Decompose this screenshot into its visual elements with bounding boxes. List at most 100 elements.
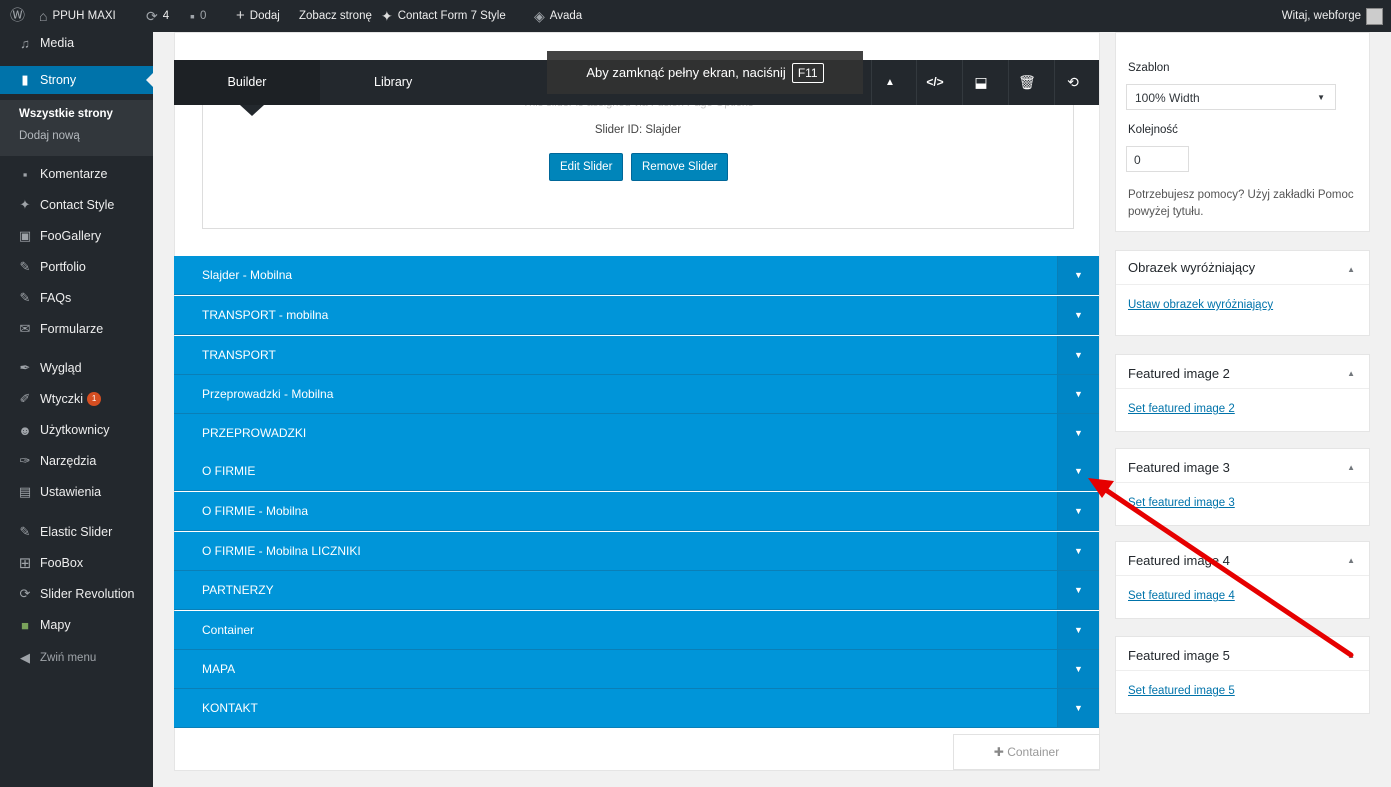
code-icon[interactable]: </> (916, 60, 953, 105)
home-icon: ⌂ (39, 8, 48, 24)
set-featured-image-4-link[interactable]: Set featured image 4 (1128, 590, 1235, 602)
slider-id-label: Slider ID: Slajder (594, 124, 682, 136)
order-input[interactable]: 0 (1126, 146, 1189, 172)
mail-icon: ✉ (19, 321, 31, 336)
chevron-down-icon[interactable]: ▼ (1057, 336, 1099, 374)
menu-item-maps[interactable]: ■ Mapy (0, 611, 153, 639)
trash-icon[interactable]: 🗑 (1008, 60, 1045, 105)
featured-image-box: Obrazek wyróżniający ▲ Ustaw obrazek wyr… (1115, 250, 1370, 336)
chevron-down-icon[interactable]: ▼ (1057, 532, 1099, 570)
container-row[interactable]: MAPA ▼ (174, 650, 1099, 689)
map-icon: ■ (21, 617, 29, 633)
menu-item-pages[interactable]: ▮ Strony (0, 66, 153, 94)
container-row[interactable]: PARTNERZY ▼ (174, 571, 1099, 610)
template-select[interactable]: 100% Width ▼ (1126, 84, 1336, 110)
container-row[interactable]: Container ▼ (174, 611, 1099, 650)
fullscreen-notice: Aby zamknąć pełny ekran, naciśnij F11 (547, 51, 863, 94)
submenu-all-pages[interactable]: Wszystkie strony (19, 108, 113, 120)
set-featured-image-link[interactable]: Ustaw obrazek wyróżniający (1128, 299, 1273, 311)
updates-count: 4 (162, 10, 170, 22)
comments-link[interactable]: ▪ 0 (190, 0, 206, 32)
menu-item-portfolio[interactable]: ✎ Portfolio (0, 253, 153, 281)
plugins-update-badge: 1 (87, 392, 102, 407)
menu-item-slider-revolution[interactable]: ⟳ Slider Revolution (0, 580, 153, 608)
add-new-label: Dodaj (249, 10, 280, 22)
site-name-link[interactable]: ⌂ PPUH MAXI (39, 0, 116, 32)
set-featured-image-3-link[interactable]: Set featured image 3 (1128, 497, 1235, 509)
collapse-all-icon[interactable]: ▲ (871, 60, 908, 105)
submenu-add-new[interactable]: Dodaj nową (19, 130, 80, 142)
menu-item-tools[interactable]: ✑ Narzędzia (0, 447, 153, 475)
comments-icon: ▪ (22, 166, 28, 182)
account-link[interactable]: Witaj, webforge (1282, 0, 1383, 32)
tab-library[interactable]: Library (374, 60, 412, 105)
set-featured-image-2-link[interactable]: Set featured image 2 (1128, 403, 1235, 415)
container-row[interactable]: TRANSPORT ▼ (174, 336, 1099, 375)
edit-slider-button[interactable]: Edit Slider (549, 153, 624, 181)
menu-item-contact-style[interactable]: ✦ Contact Style (0, 191, 153, 219)
menu-item-forms[interactable]: ✉ Formularze (0, 315, 153, 343)
updates-link[interactable]: ⟳ 4 (146, 0, 169, 32)
chevron-down-icon[interactable]: ▼ (1057, 296, 1099, 334)
menu-item-faqs[interactable]: ✎ FAQs (0, 284, 153, 312)
save-layout-icon[interactable]: ⬓ (962, 60, 999, 105)
pin-icon: ✎ (19, 259, 31, 274)
admin-menu: ♫ Media ▮ Strony Wszystkie strony Dodaj … (0, 32, 153, 787)
container-row[interactable]: PRZEPROWADZKI ▼ (174, 414, 1099, 453)
menu-item-appearance[interactable]: ✒ Wygląd (0, 354, 153, 382)
menu-item-plugins[interactable]: ✐ Wtyczki 1 (0, 385, 153, 413)
wrench-icon: ✑ (19, 453, 31, 468)
container-row[interactable]: O FIRMIE ▼ (174, 452, 1099, 491)
menu-item-media[interactable]: ♫ Media (0, 32, 153, 54)
container-row[interactable]: O FIRMIE - Mobilna LICZNIKI ▼ (174, 532, 1099, 571)
twitter-icon: ✦ (19, 197, 31, 212)
wordpress-logo-icon[interactable]: Ⓦ (10, 0, 25, 32)
remove-slider-button[interactable]: Remove Slider (631, 153, 729, 181)
order-label: Kolejność (1128, 124, 1178, 136)
tab-builder[interactable]: Builder (174, 60, 320, 105)
chevron-down-icon[interactable]: ▼ (1057, 256, 1099, 294)
plus-icon: + (236, 7, 245, 24)
menu-item-elastic-slider[interactable]: ✎ Elastic Slider (0, 518, 153, 546)
add-new-link[interactable]: + Dodaj (236, 0, 280, 32)
chevron-down-icon[interactable]: ▼ (1057, 650, 1099, 688)
chevron-down-icon[interactable]: ▼ (1057, 414, 1099, 452)
chevron-down-icon[interactable]: ▼ (1057, 689, 1099, 727)
comment-icon: ▪ (190, 8, 195, 24)
container-row[interactable]: TRANSPORT - mobilna ▼ (174, 296, 1099, 335)
chevron-down-icon[interactable]: ▼ (1057, 375, 1099, 413)
container-row[interactable]: Slajder - Mobilna ▼ (174, 256, 1099, 295)
chevron-down-icon[interactable]: ▼ (1057, 611, 1099, 649)
chevron-down-icon[interactable]: ▼ (1057, 571, 1099, 609)
collapse-menu-button[interactable]: ◀ Zwiń menu (0, 644, 153, 672)
container-row[interactable]: KONTAKT ▼ (174, 689, 1099, 728)
set-featured-image-5-link[interactable]: Set featured image 5 (1128, 685, 1235, 697)
active-tab-pointer (240, 105, 264, 116)
template-label: Szablon (1128, 62, 1170, 74)
plugin-icon: ✐ (19, 391, 31, 406)
refresh-icon: ⟳ (146, 8, 158, 24)
featured-image-title: Obrazek wyróżniający (1128, 260, 1256, 275)
history-icon[interactable]: ⟲ (1054, 60, 1091, 105)
menu-item-settings[interactable]: ▤ Ustawienia (0, 478, 153, 506)
chevron-down-icon[interactable]: ▼ (1057, 492, 1099, 530)
slider-box: This slider is assigned via Fusion Page … (202, 97, 1074, 229)
chevron-down-icon[interactable]: ▼ (1057, 452, 1099, 490)
cf7-style-link[interactable]: ✦ Contact Form 7 Style (381, 0, 506, 32)
chevron-down-icon: ▼ (1317, 93, 1325, 102)
plus-icon: ✚ (993, 745, 1004, 759)
users-icon: ☻ (18, 422, 32, 438)
menu-item-foogallery[interactable]: ▣ FooGallery (0, 222, 153, 250)
container-row[interactable]: Przeprowadzki - Mobilna ▼ (174, 375, 1099, 414)
featured-image-3-box: Featured image 3 ▲ Set featured image 3 (1115, 448, 1370, 526)
refresh-icon: ⟳ (19, 586, 31, 601)
help-text: Potrzebujesz pomocy? Użyj zakładki Pomoc… (1128, 189, 1354, 218)
view-page-link[interactable]: Zobacz stronę (299, 0, 372, 32)
container-row[interactable]: O FIRMIE - Mobilna ▼ (174, 492, 1099, 531)
add-container-button[interactable]: ✚ Container (953, 734, 1100, 770)
avada-link[interactable]: ◈ Avada (534, 0, 582, 32)
brush-icon: ✒ (19, 360, 31, 375)
menu-item-users[interactable]: ☻ Użytkownicy (0, 416, 153, 444)
menu-item-foobox[interactable]: ⊞ FooBox (0, 549, 153, 577)
menu-item-comments[interactable]: ▪ Komentarze (0, 160, 153, 188)
